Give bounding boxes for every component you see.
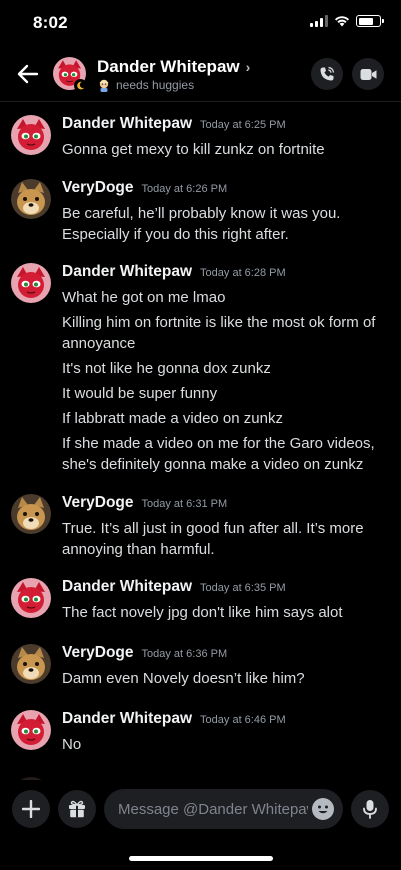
message-text: Killing him on fortnite is like the most…	[62, 314, 376, 331]
message-group: VeryDoge Today at 6:31 PM True. It’s all…	[0, 494, 401, 560]
battery-icon	[356, 15, 384, 27]
header-name: Dander Whitepaw	[97, 57, 240, 76]
message-text: annoyance	[62, 335, 136, 352]
message-input[interactable]	[118, 789, 308, 829]
message-avatar[interactable]	[11, 179, 51, 219]
voice-call-button[interactable]	[311, 58, 343, 90]
custom-status: needs huggies	[97, 78, 194, 92]
message-author[interactable]: VeryDoge	[62, 644, 134, 662]
gift-icon	[69, 800, 85, 818]
message-header: Dander Whitepaw Today at 6:46 PM	[62, 710, 286, 728]
battery-fill	[358, 17, 373, 25]
dm-header: Dander Whitepaw › needs huggies	[0, 46, 401, 102]
message-author[interactable]: VeryDoge	[62, 179, 134, 197]
message-text: Be careful, he’ll probably know it was y…	[62, 205, 341, 222]
message-group: VeryDoge Today at 6:36 PM Damn even Nove…	[0, 644, 401, 694]
voice-message-button[interactable]	[351, 790, 389, 828]
message-text: The fact novely jpg don't like him says …	[62, 604, 343, 621]
emoji-button[interactable]	[312, 798, 334, 820]
message-avatar[interactable]	[11, 494, 51, 534]
chevron-right-icon: ›	[245, 59, 251, 75]
emoji-icon	[318, 805, 328, 814]
phone-icon	[320, 66, 335, 81]
message-author[interactable]: VeryDoge	[62, 494, 134, 512]
message-text: It would be super funny	[62, 385, 218, 402]
message-avatar[interactable]	[11, 578, 51, 618]
message-header: VeryDoge Today at 6:31 PM	[62, 494, 227, 512]
message-avatar[interactable]	[11, 644, 51, 684]
message-composer	[0, 780, 401, 870]
message-list: Dander Whitepaw Today at 6:25 PM Gonna g…	[0, 103, 401, 780]
message-author[interactable]: Dander Whitepaw	[62, 263, 192, 281]
message-avatar[interactable]	[11, 115, 51, 155]
message-input-container	[104, 789, 343, 829]
message-avatar[interactable]	[11, 263, 51, 303]
message-group: Dander Whitepaw Today at 6:35 PM The fac…	[0, 578, 401, 628]
baby-emoji-icon	[99, 79, 109, 92]
message-text: Damn even Novely doesn’t like him?	[62, 670, 305, 687]
doge-avatar-icon	[11, 494, 51, 534]
plus-icon	[22, 800, 40, 818]
message-text: True. It’s all just in good fun after al…	[62, 520, 364, 537]
home-indicator	[129, 856, 273, 861]
message-text: annoying than harmful.	[62, 541, 215, 558]
message-group: Dander Whitepaw Today at 6:25 PM Gonna g…	[0, 115, 401, 165]
custom-status-text: needs huggies	[116, 78, 195, 92]
message-timestamp: Today at 6:46 PM	[200, 714, 286, 726]
message-timestamp: Today at 6:25 PM	[200, 119, 286, 131]
red-cat-avatar-icon	[11, 115, 51, 155]
message-header: Dander Whitepaw Today at 6:25 PM	[62, 115, 286, 133]
message-header: VeryDoge Today at 6:36 PM	[62, 644, 227, 662]
red-cat-avatar-icon	[11, 263, 51, 303]
message-group: Dander Whitepaw Today at 6:28 PM What he…	[0, 263, 401, 475]
message-timestamp: Today at 6:28 PM	[200, 267, 286, 279]
add-attachment-button[interactable]	[12, 790, 50, 828]
message-timestamp: Today at 6:36 PM	[141, 648, 228, 660]
message-author[interactable]: Dander Whitepaw	[62, 578, 192, 596]
arrow-left-icon	[17, 64, 39, 84]
message-text: No	[62, 736, 82, 753]
header-name-button[interactable]: Dander Whitepaw ›	[97, 57, 250, 77]
message-text: What he got on me lmao	[62, 289, 226, 306]
doge-avatar-icon	[11, 644, 51, 684]
video-camera-icon	[360, 68, 376, 80]
video-call-button[interactable]	[352, 58, 384, 90]
message-text: It's not like he gonna dox zunkz	[62, 360, 271, 377]
microphone-icon	[363, 800, 377, 819]
message-header: Dander Whitepaw Today at 6:28 PM	[62, 263, 286, 281]
doge-avatar-icon	[11, 179, 51, 219]
red-cat-avatar-icon	[11, 578, 51, 618]
message-text: If labbratt made a video on zunkz	[62, 410, 283, 427]
message-timestamp: Today at 6:31 PM	[141, 498, 228, 510]
message-author[interactable]: Dander Whitepaw	[62, 115, 192, 133]
message-text: Especially if you do this right after.	[62, 226, 289, 243]
message-header: Dander Whitepaw Today at 6:35 PM	[62, 578, 286, 596]
back-button[interactable]	[14, 60, 42, 88]
wifi-icon	[335, 16, 349, 27]
message-text: Gonna get mexy to kill zunkz on fortnite	[62, 141, 325, 158]
red-cat-avatar-icon	[11, 710, 51, 750]
idle-moon-status-icon	[74, 79, 87, 92]
message-author[interactable]: Dander Whitepaw	[62, 710, 192, 728]
dm-screen: 8:02 Dander Whitepaw › needs huggies Dan…	[0, 0, 401, 870]
message-text: If she made a video on me for the Garo v…	[62, 435, 375, 452]
gift-button[interactable]	[58, 790, 96, 828]
status-icons	[310, 15, 384, 27]
status-bar: 8:02	[0, 0, 401, 46]
cellular-signal-icon	[310, 15, 328, 27]
message-timestamp: Today at 6:26 PM	[141, 183, 228, 195]
message-header: VeryDoge Today at 6:26 PM	[62, 179, 227, 197]
message-timestamp: Today at 6:35 PM	[200, 582, 286, 594]
message-group: Dander Whitepaw Today at 6:46 PM No	[0, 710, 401, 760]
status-time: 8:02	[33, 13, 68, 32]
message-group: VeryDoge Today at 6:26 PM Be careful, he…	[0, 179, 401, 245]
message-avatar[interactable]	[11, 710, 51, 750]
message-text: she's definitely gonna make a video on z…	[62, 456, 364, 473]
